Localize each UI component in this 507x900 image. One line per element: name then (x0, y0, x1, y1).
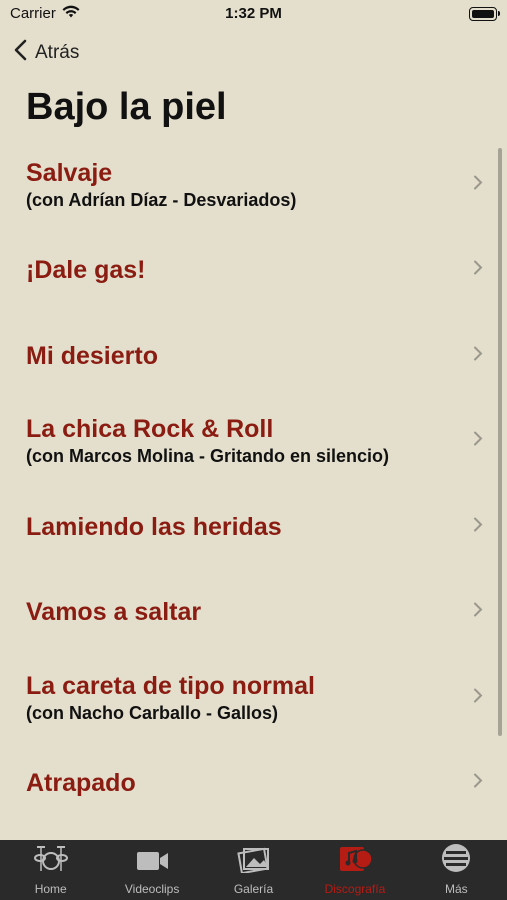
tab-label: Más (444, 882, 468, 896)
song-title: La careta de tipo normal (26, 671, 315, 700)
song-row[interactable]: La chica Rock & Roll (con Marcos Molina … (0, 399, 507, 485)
tab-mas[interactable]: Más (406, 840, 507, 900)
tab-label: Home (34, 882, 67, 896)
more-menu-icon (440, 843, 472, 878)
song-collab: (con Adrían Díaz - Desvariados) (26, 189, 297, 210)
back-button[interactable]: Atrás (14, 38, 79, 68)
tab-bar: Home Videoclips Galería Discografía Más (0, 840, 507, 900)
song-title: Atrapado (26, 769, 136, 798)
song-row[interactable]: Lamiendo las heridas (0, 484, 507, 570)
chevron-right-icon (473, 260, 483, 281)
song-title: Lamiendo las heridas (26, 512, 282, 541)
song-collab: (con Nacho Carballo - Gallos) (26, 702, 279, 723)
battery-icon (469, 7, 500, 21)
song-title: ¡Dale gas! (26, 256, 146, 285)
status-bar: Carrier 1:32 PM (0, 0, 507, 30)
tab-label: Videoclips (124, 882, 180, 896)
song-title: Vamos a saltar (26, 598, 202, 627)
song-row[interactable]: Mi desierto (0, 313, 507, 399)
video-camera-icon (135, 849, 169, 878)
photo-gallery-icon (236, 845, 272, 878)
tab-discografia[interactable]: Discografía (304, 840, 405, 900)
music-album-icon (337, 845, 373, 878)
song-title: La chica Rock & Roll (26, 415, 274, 444)
song-title: Salvaje (26, 158, 113, 187)
song-row[interactable]: ¡Dale gas! (0, 228, 507, 314)
chevron-right-icon (473, 773, 483, 794)
scroll-indicator[interactable] (498, 148, 502, 736)
chevron-right-icon (473, 602, 483, 623)
clock: 1:32 PM (225, 5, 282, 22)
song-row[interactable]: La careta de tipo normal (con Nacho Carb… (0, 655, 507, 741)
tab-label: Discografía (324, 882, 386, 896)
back-label: Atrás (35, 42, 80, 63)
tab-videoclips[interactable]: Videoclips (101, 840, 202, 900)
tab-home[interactable]: Home (0, 840, 101, 900)
chevron-left-icon (14, 39, 27, 67)
tab-label: Galería (233, 882, 274, 896)
chevron-right-icon (473, 431, 483, 452)
song-row[interactable]: Salvaje (con Adrían Díaz - Desvariados) (0, 142, 507, 228)
song-title: Mi desierto (26, 341, 158, 370)
chevron-right-icon (473, 345, 483, 366)
chevron-right-icon (473, 174, 483, 195)
song-collab: (con Marcos Molina - Gritando en silenci… (26, 446, 390, 467)
drum-kit-icon (33, 841, 69, 878)
chevron-right-icon (473, 687, 483, 708)
tab-galeria[interactable]: Galería (203, 840, 304, 900)
song-row[interactable]: Atrapado (0, 741, 507, 827)
song-list: Salvaje (con Adrían Díaz - Desvariados) … (0, 142, 507, 826)
song-row[interactable]: Vamos a saltar (0, 570, 507, 656)
page-title: Bajo la piel (26, 86, 227, 128)
chevron-right-icon (473, 516, 483, 537)
